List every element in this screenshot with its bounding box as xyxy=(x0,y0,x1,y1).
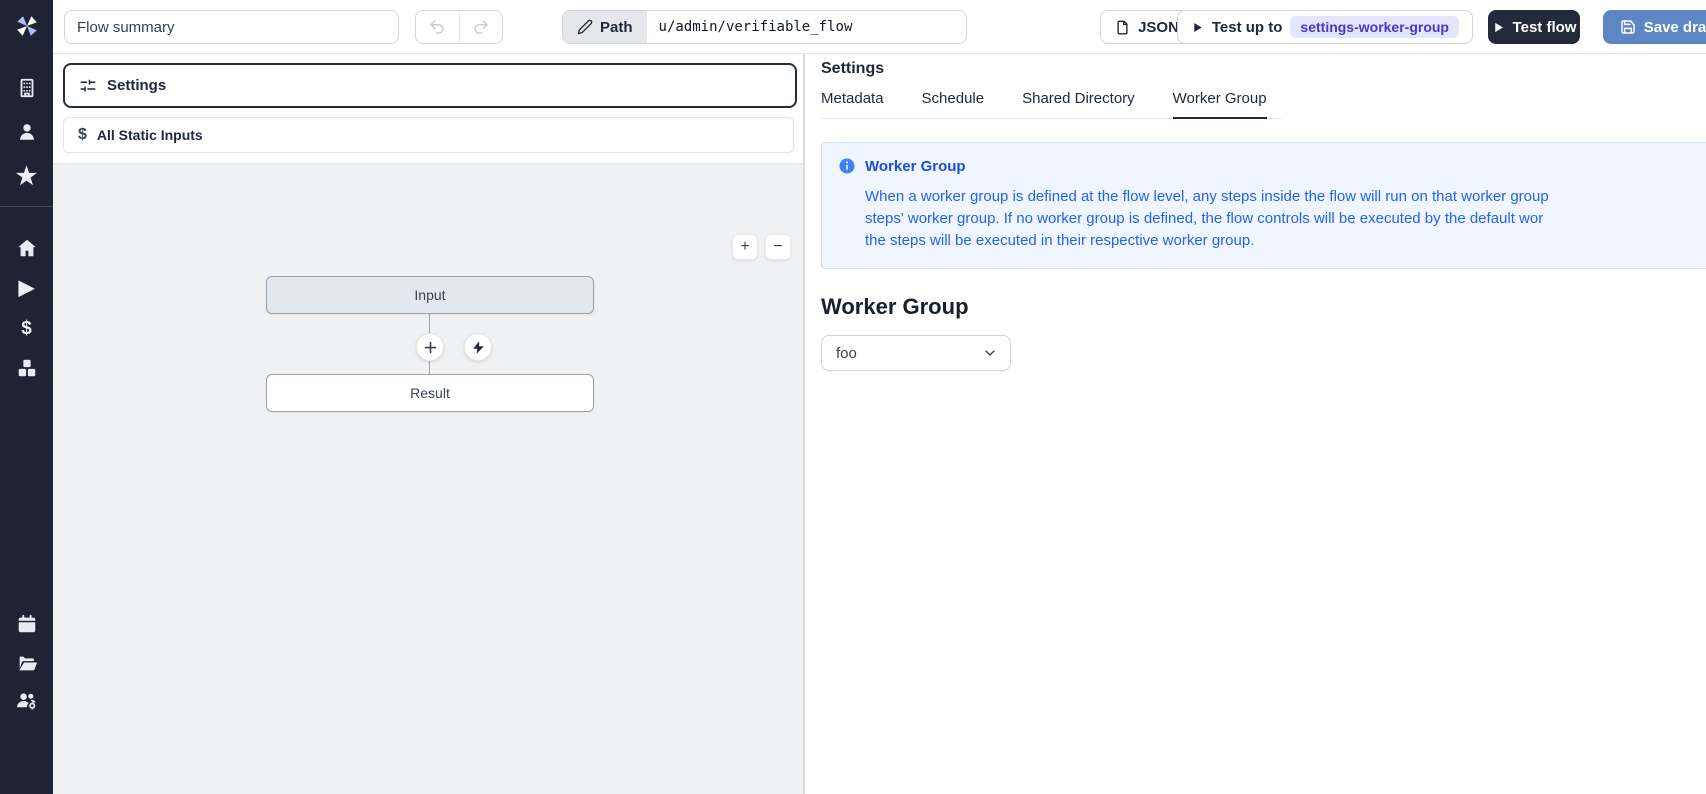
plus-icon xyxy=(423,340,438,355)
worker-group-select[interactable]: foo xyxy=(821,335,1011,371)
sliders-icon xyxy=(79,77,97,95)
test-flow-label: Test flow xyxy=(1513,19,1577,36)
info-box-text: When a worker group is defined at the fl… xyxy=(865,186,1706,252)
worker-group-select-value: foo xyxy=(836,345,857,362)
flow-editor-panel: Settings $ All Static Inputs + − Input R… xyxy=(53,54,803,794)
user-icon[interactable] xyxy=(0,114,53,150)
settings-panel: Settings Metadata Schedule Shared Direct… xyxy=(805,54,1706,794)
play-small-icon xyxy=(1191,21,1204,34)
tab-shared-directory[interactable]: Shared Directory xyxy=(1022,90,1135,118)
redo-button[interactable] xyxy=(459,11,502,43)
redo-icon xyxy=(472,18,490,36)
save-icon xyxy=(1620,19,1636,35)
home-icon[interactable] xyxy=(0,230,53,266)
left-rail: ★ ▶ $ xyxy=(0,0,53,794)
flow-summary-input[interactable] xyxy=(64,10,399,44)
test-up-to-label: Test up to xyxy=(1212,19,1283,36)
undo-icon xyxy=(428,18,446,36)
save-draft-label: Save draft xyxy=(1644,19,1706,36)
info-line-2: steps' worker group. If no worker group … xyxy=(865,208,1706,230)
flow-editor-app: ★ ▶ $ xyxy=(0,0,1706,794)
settings-title: Settings xyxy=(821,60,1706,78)
json-button-label: JSON xyxy=(1138,19,1179,36)
info-icon xyxy=(838,157,856,175)
tab-schedule[interactable]: Schedule xyxy=(922,90,985,118)
worker-group-badge: settings-worker-group xyxy=(1290,16,1459,38)
test-flow-button[interactable]: Test flow xyxy=(1488,10,1580,44)
path-edit-button[interactable]: Path xyxy=(563,11,647,43)
path-label: Path xyxy=(600,19,633,36)
tab-metadata[interactable]: Metadata xyxy=(821,90,884,118)
users-gear-icon[interactable] xyxy=(0,682,53,718)
worker-group-info-box: Worker Group When a worker group is defi… xyxy=(821,142,1706,269)
tab-worker-group[interactable]: Worker Group xyxy=(1173,90,1267,119)
dollar-sign-icon: $ xyxy=(78,126,87,144)
test-up-to-button[interactable]: Test up to settings-worker-group xyxy=(1177,10,1473,44)
cubes-icon[interactable] xyxy=(0,350,53,386)
undo-button[interactable] xyxy=(416,11,459,43)
input-node[interactable]: Input xyxy=(266,276,594,314)
play-icon[interactable]: ▶ xyxy=(0,270,53,306)
building-icon[interactable] xyxy=(0,70,53,106)
result-node[interactable]: Result xyxy=(266,374,594,412)
info-box-title: Worker Group xyxy=(865,158,966,175)
file-icon xyxy=(1115,20,1130,35)
all-static-inputs-item[interactable]: $ All Static Inputs xyxy=(63,117,794,153)
path-group: Path u/admin/verifiable_flow xyxy=(562,10,967,44)
flow-canvas[interactable]: + − Input Result xyxy=(53,163,803,794)
zoom-in-button[interactable]: + xyxy=(732,234,758,260)
panel-divider[interactable] xyxy=(803,54,805,794)
trigger-button[interactable] xyxy=(464,333,492,361)
topbar: Path u/admin/verifiable_flow JSON Test u… xyxy=(53,0,1706,54)
calendar-icon[interactable] xyxy=(0,606,53,642)
flow-settings-label: Settings xyxy=(107,77,166,94)
worker-group-section-title: Worker Group xyxy=(821,294,1706,320)
chevron-down-icon xyxy=(982,345,998,361)
info-line-3: the steps will be executed in their resp… xyxy=(865,230,1706,252)
add-step-button[interactable] xyxy=(416,333,444,361)
flow-settings-item[interactable]: Settings xyxy=(63,63,797,108)
pencil-icon xyxy=(577,19,593,35)
windmill-logo-icon[interactable] xyxy=(0,10,53,42)
folder-open-icon[interactable] xyxy=(0,645,53,681)
play-white-icon xyxy=(1492,21,1505,34)
undo-redo-group xyxy=(415,10,503,44)
save-draft-button[interactable]: Save draft xyxy=(1603,10,1706,44)
all-static-inputs-label: All Static Inputs xyxy=(97,127,203,143)
settings-tabs: Metadata Schedule Shared Directory Worke… xyxy=(821,90,1281,119)
zoom-out-button[interactable]: − xyxy=(765,234,791,260)
dollar-icon[interactable]: $ xyxy=(0,310,53,346)
info-box-header: Worker Group xyxy=(838,157,1706,175)
rail-divider xyxy=(0,206,53,207)
star-icon[interactable]: ★ xyxy=(0,159,53,195)
info-line-1: When a worker group is defined at the fl… xyxy=(865,186,1706,208)
lightning-icon xyxy=(471,340,486,355)
path-value[interactable]: u/admin/verifiable_flow xyxy=(647,19,865,35)
